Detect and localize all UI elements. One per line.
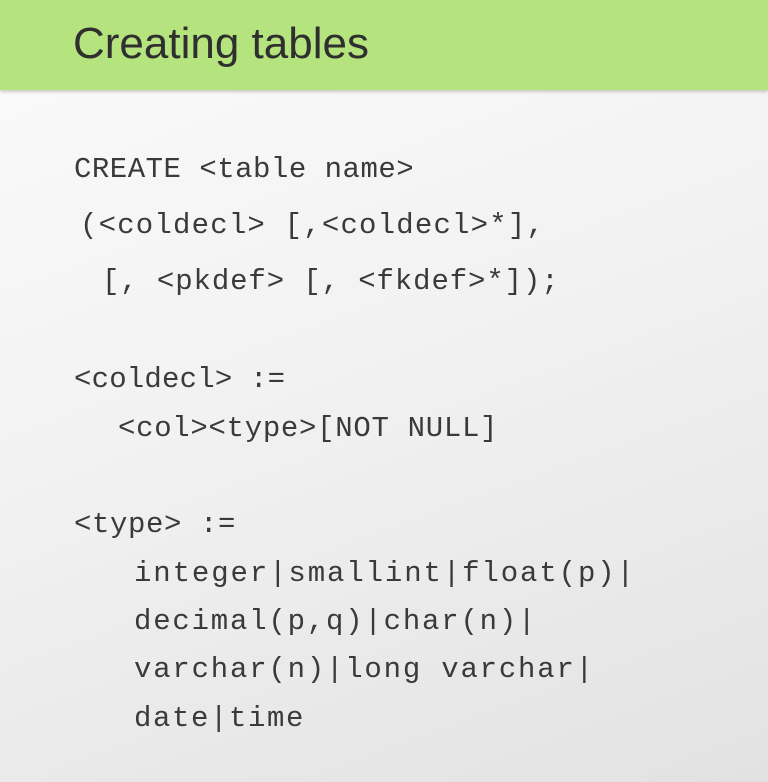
type-options-line-1: integer|smallint|float(p)| xyxy=(134,557,636,590)
type-rule-header: <type> := xyxy=(74,508,237,541)
sql-syntax-block: CREATE <table name> (<coldecl> [,<coldec… xyxy=(0,0,768,782)
key-definitions-line: [, <pkdef> [, <fkdef>*]); xyxy=(102,265,560,298)
type-options-line-2: decimal(p,q)|char(n)| xyxy=(134,605,538,638)
coldecl-rule-body: <col><type>[NOT NULL] xyxy=(118,412,499,445)
coldecl-rule-header: <coldecl> := xyxy=(74,363,286,396)
type-options-line-3: varchar(n)|long varchar| xyxy=(134,653,595,686)
coldecl-list-line: (<coldecl> [,<coldecl>*], xyxy=(80,209,546,242)
type-options-line-4: date|time xyxy=(134,702,306,735)
create-statement-line: CREATE <table name> xyxy=(74,153,415,186)
